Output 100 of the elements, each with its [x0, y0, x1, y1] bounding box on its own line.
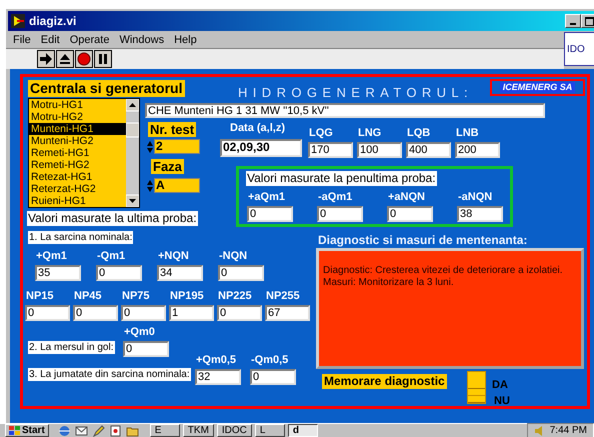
number-field[interactable]: 35 — [35, 265, 81, 281]
field-label: -Qm0,5 — [250, 354, 290, 367]
number-field[interactable]: 200 — [455, 142, 500, 158]
number-field[interactable]: 32 — [195, 369, 241, 385]
number-field[interactable]: 400 — [406, 142, 451, 158]
section-label: 3. La jumatate din sarcina nominala: — [28, 368, 191, 381]
pause-icon — [97, 53, 109, 65]
number-field[interactable]: 0 — [73, 305, 118, 321]
menu-item[interactable]: Windows — [119, 34, 164, 46]
generator-item[interactable]: Motru-HG2 — [29, 111, 126, 123]
document-icon[interactable] — [108, 424, 122, 436]
windows-logo-icon — [9, 426, 20, 436]
station-label: Centrala si generatorul — [28, 80, 184, 97]
toggle-label: NU — [494, 395, 510, 407]
app-icon — [11, 14, 25, 28]
number-field[interactable]: 0 — [25, 305, 70, 321]
generator-item[interactable]: Munteni-HG1 — [29, 123, 126, 135]
field-label: +Qm0 — [123, 326, 156, 339]
generator-item[interactable]: Reterzat-HG2 — [29, 183, 126, 195]
generator-item[interactable]: Munteni-HG2 — [29, 135, 126, 147]
field-label: LNB — [455, 127, 480, 140]
field-label: -aQm1 — [317, 191, 354, 204]
number-field[interactable]: 170 — [308, 142, 353, 158]
diagnostic-text: Masuri: Monitorizare la 3 luni. — [323, 277, 455, 289]
menu-item[interactable]: Operate — [70, 34, 110, 46]
envelope-icon[interactable] — [74, 424, 88, 436]
field-label: +aNQN — [387, 191, 426, 204]
toggle-label: DA — [492, 379, 508, 391]
field-label: +Qm0,5 — [195, 354, 238, 367]
maximize-icon — [584, 16, 594, 26]
number-field[interactable]: 0 — [250, 369, 296, 385]
taskbar-button[interactable]: TKM — [182, 424, 214, 437]
field-label: -aNQN — [457, 191, 494, 204]
group-title: Valori masurate la penultima proba: — [246, 171, 437, 186]
number-field[interactable]: 0 — [218, 265, 264, 281]
company-name: ICEMENERG SA — [500, 82, 576, 93]
maximize-button[interactable] — [581, 14, 594, 28]
eject-icon — [59, 53, 71, 65]
taskbar-button[interactable]: L — [254, 424, 285, 437]
number-field[interactable]: 34 — [157, 265, 203, 281]
number-field[interactable]: 0 — [317, 206, 363, 222]
number-field[interactable]: 0 — [123, 341, 169, 357]
number-field[interactable]: 0 — [96, 265, 142, 281]
section-label: 2. La mersul in gol: — [28, 341, 114, 354]
field-label: LNG — [357, 127, 382, 140]
section-label: 1. La sarcina nominala: — [28, 231, 134, 244]
start-button[interactable]: Start — [5, 424, 49, 437]
field-label: +NQN — [157, 250, 190, 263]
field-label: NP45 — [73, 290, 103, 303]
generator-item[interactable]: Remeti-HG1 — [29, 147, 126, 159]
diagnostic-text: Diagnostic: Cresterea vitezei de deteriorare a izolatiei. — [323, 265, 564, 277]
section-title: Valori masurate la ultima proba: — [27, 211, 198, 226]
save-label: Memorare diagnostic — [322, 374, 447, 389]
clock: 7:44 PM — [550, 426, 587, 436]
date-label: Data (a,l,z) — [230, 122, 286, 135]
field-label: -Qm1 — [96, 250, 126, 263]
field-label: NP255 — [265, 290, 301, 303]
minimize-button[interactable] — [565, 14, 581, 28]
spin-arrows-icon — [147, 140, 153, 154]
generator-item[interactable]: Motru-HG1 — [29, 99, 126, 111]
spin-arrows-icon — [147, 178, 153, 192]
number-field[interactable]: 1 — [169, 305, 214, 321]
field-label: -NQN — [218, 250, 248, 263]
globe-icon[interactable] — [58, 424, 71, 436]
taskbar-button[interactable]: d — [288, 424, 318, 437]
test-number-spinner[interactable]: 2 — [147, 139, 200, 154]
number-field[interactable]: 0 — [247, 206, 293, 222]
number-field[interactable]: 100 — [357, 142, 402, 158]
pause-button[interactable] — [94, 50, 112, 68]
save-toggle[interactable] — [467, 371, 486, 404]
run-continuously-button[interactable] — [56, 50, 74, 68]
diagnostic-title: Diagnostic si masuri de mentenanta: — [318, 233, 528, 247]
number-field[interactable]: 0 — [387, 206, 433, 222]
menu-item[interactable]: Help — [174, 34, 197, 46]
number-field[interactable]: 0 — [121, 305, 166, 321]
number-field[interactable]: 67 — [265, 305, 310, 321]
field-label: NP15 — [25, 290, 55, 303]
taskbar-button[interactable]: E — [150, 424, 180, 437]
generator-item[interactable]: Ruieni-HG1 — [29, 195, 126, 207]
phase-spinner[interactable]: A — [147, 178, 200, 193]
menu-item[interactable]: File — [13, 34, 31, 46]
generator-item[interactable]: Retezat-HG1 — [29, 171, 126, 183]
number-field[interactable]: 38 — [457, 206, 503, 222]
field-label: NP75 — [121, 290, 151, 303]
stop-icon — [77, 52, 91, 66]
menu-item[interactable]: Edit — [40, 34, 60, 46]
run-arrow-icon — [40, 53, 52, 65]
number-field[interactable]: 0 — [217, 305, 262, 321]
abort-button[interactable] — [75, 50, 93, 68]
generator-item[interactable]: Remeti-HG2 — [29, 159, 126, 171]
date-field[interactable]: 02,09,30 — [220, 139, 302, 157]
taskbar-button[interactable]: IDOC — [216, 424, 252, 437]
run-button[interactable] — [37, 50, 55, 68]
field-label: LQG — [308, 127, 334, 140]
field-label: LQB — [406, 127, 432, 140]
field-label: NP225 — [217, 290, 253, 303]
description-field[interactable]: CHE Munteni HG 1 31 MW ''10,5 kV'' — [145, 103, 545, 118]
speaker-icon — [534, 426, 544, 436]
window-title: diagiz.vi — [29, 14, 76, 28]
phase-label: Faza — [151, 159, 184, 174]
